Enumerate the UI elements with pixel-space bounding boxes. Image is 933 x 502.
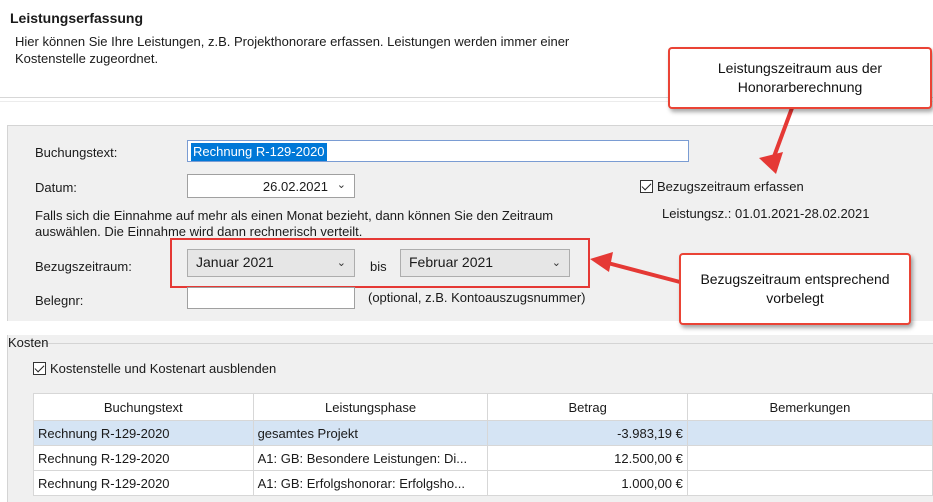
callout-leistungszeitraum: Leistungszeitraum aus der Honorarberechn… bbox=[668, 47, 932, 109]
callout-bezugszeitraum-text: Bezugszeitraum entsprechend vorbelegt bbox=[681, 255, 909, 323]
arrow-middle-callout bbox=[590, 252, 681, 284]
callout-bezugszeitraum: Bezugszeitraum entsprechend vorbelegt bbox=[679, 253, 911, 325]
arrow-top-callout bbox=[759, 107, 794, 174]
callout-leistungszeitraum-text: Leistungszeitraum aus der Honorarberechn… bbox=[670, 49, 930, 107]
